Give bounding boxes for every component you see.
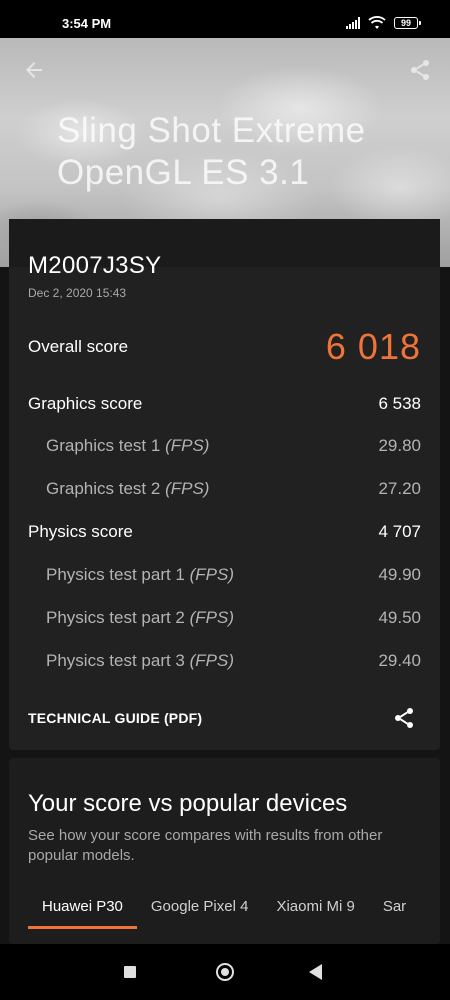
physics-test-3-row: Physics test part 3 (FPS) 29.40 [28, 651, 421, 671]
graphics-score-row: Graphics score 6 538 [28, 394, 421, 414]
status-time: 3:54 PM [62, 16, 112, 31]
share-icon[interactable] [392, 706, 416, 730]
benchmark-title-line2: OpenGL ES 3.1 [57, 153, 310, 192]
physics-test-3-value: 29.40 [378, 651, 421, 670]
tab-huawei-p30[interactable]: Huawei P30 [28, 898, 137, 929]
nav-back-icon[interactable] [309, 964, 322, 980]
share-icon[interactable] [408, 58, 432, 82]
device-tabs: Huawei P30 Google Pixel 4 Xiaomi Mi 9 Sa… [28, 898, 420, 929]
battery-icon: 99 [394, 17, 421, 29]
graphics-test-2-row: Graphics test 2 (FPS) 27.20 [28, 479, 421, 499]
status-bar: 3:54 PM 99 [0, 0, 450, 38]
graphics-test-1-label: Graphics test 1 (FPS) [46, 436, 210, 455]
technical-guide-link[interactable]: TECHNICAL GUIDE (PDF) [28, 710, 202, 726]
graphics-score-label: Graphics score [28, 394, 143, 413]
physics-test-1-row: Physics test part 1 (FPS) 49.90 [28, 565, 421, 585]
signal-icon [346, 17, 360, 29]
overall-score-value: 6 018 [325, 326, 421, 367]
physics-test-1-value: 49.90 [378, 565, 421, 584]
tab-google-pixel-4[interactable]: Google Pixel 4 [137, 898, 263, 929]
back-arrow-icon[interactable] [22, 58, 46, 82]
physics-test-1-label: Physics test part 1 (FPS) [46, 565, 235, 584]
physics-test-2-label: Physics test part 2 (FPS) [46, 608, 235, 627]
tab-samsung[interactable]: Sar [369, 898, 420, 929]
benchmark-title: Sling Shot Extreme OpenGL ES 3.1 [57, 110, 366, 194]
navigation-bar [0, 944, 450, 1000]
overall-score-label: Overall score [28, 337, 129, 356]
nav-recents-icon[interactable] [124, 966, 136, 978]
graphics-test-1-row: Graphics test 1 (FPS) 29.80 [28, 436, 421, 456]
wifi-icon [368, 16, 386, 29]
device-name: M2007J3SY [28, 252, 162, 279]
physics-score-row: Physics score 4 707 [28, 522, 421, 542]
physics-test-2-row: Physics test part 2 (FPS) 49.50 [28, 608, 421, 628]
graphics-test-2-label: Graphics test 2 (FPS) [46, 479, 210, 498]
status-icons: 99 [346, 16, 421, 30]
result-card: M2007J3SY Dec 2, 2020 15:43 Overall scor… [9, 219, 440, 750]
physics-score-label: Physics score [28, 522, 133, 541]
overall-score-row: Overall score 6 018 [28, 326, 421, 368]
physics-test-2-value: 49.50 [378, 608, 421, 627]
test-date: Dec 2, 2020 15:43 [28, 286, 127, 300]
tab-xiaomi-mi-9[interactable]: Xiaomi Mi 9 [262, 898, 368, 929]
graphics-score-value: 6 538 [378, 394, 421, 413]
compare-title: Your score vs popular devices [28, 790, 348, 817]
graphics-test-1-value: 29.80 [378, 436, 421, 455]
compare-description: See how your score compares with results… [28, 827, 383, 864]
graphics-test-2-value: 27.20 [378, 479, 421, 498]
physics-score-value: 4 707 [378, 522, 421, 541]
nav-home-icon[interactable] [216, 963, 234, 981]
benchmark-title-line1: Sling Shot Extreme [57, 111, 366, 150]
physics-test-3-label: Physics test part 3 (FPS) [46, 651, 235, 670]
compare-section: Your score vs popular devices See how yo… [9, 758, 440, 944]
